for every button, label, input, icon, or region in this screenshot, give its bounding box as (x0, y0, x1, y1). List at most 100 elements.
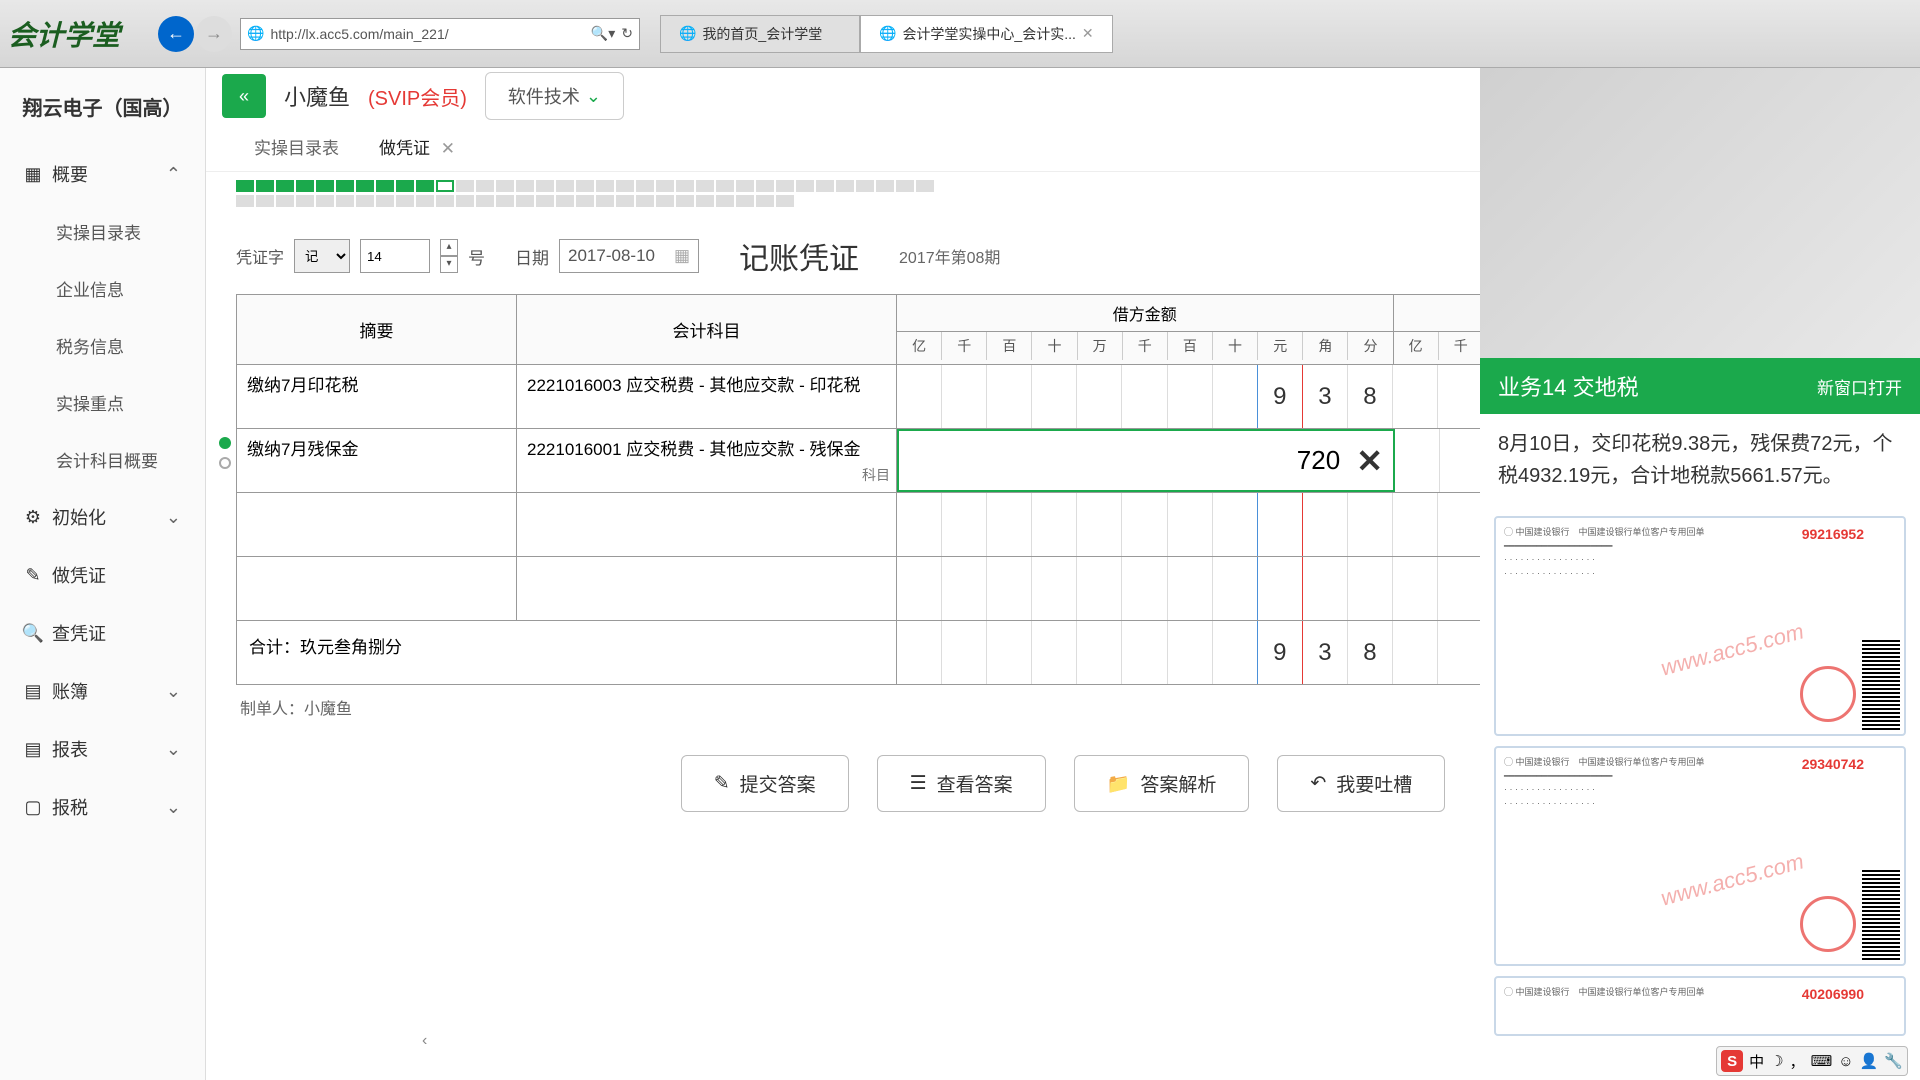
username: 小魔鱼 (284, 80, 350, 112)
user-tag: (SVIP会员) (368, 82, 467, 111)
amount-input[interactable] (899, 445, 1346, 476)
clear-icon[interactable]: ✕ (1346, 442, 1393, 480)
receipt-2[interactable]: 29340742 ◯ 中国建设银行 中国建设银行单位客户专用回单━━━━━━━━… (1494, 746, 1906, 966)
forward-button[interactable]: → (196, 16, 232, 52)
number-suffix: 号 (468, 244, 485, 269)
sidebar-item-catalog[interactable]: 实操目录表 (0, 203, 205, 260)
sidebar-item-keypoints[interactable]: 实操重点 (0, 374, 205, 431)
sidebar-item-tax-info[interactable]: 税务信息 (0, 317, 205, 374)
task-description: 8月10日，交印花税9.38元，残保费72元，个税4932.19元，合计地税款5… (1480, 414, 1920, 506)
chevron-down-icon: ⌄ (166, 681, 181, 702)
ime-lang[interactable]: 中 (1749, 1051, 1764, 1072)
number-spinner[interactable]: ▴▾ (440, 239, 458, 273)
row-indicator (219, 457, 231, 469)
folder-icon: 📁 (1107, 772, 1131, 796)
globe-icon: 🌐 (247, 25, 264, 42)
submit-button[interactable]: ✎提交答案 (681, 755, 849, 812)
feedback-button[interactable]: ↶我要吐槽 (1277, 755, 1445, 812)
file-icon: ▢ (24, 798, 42, 816)
chevron-down-icon: ⌄ (166, 797, 181, 818)
video-player[interactable] (1480, 68, 1920, 358)
ime-toolbar[interactable]: S 中 ☽ ， ⌨ ☺ 👤 🔧 (1716, 1046, 1908, 1076)
sidebar: 翔云电子（国高） ▦ 概要 ⌃ 实操目录表 企业信息 税务信息 实操重点 会计科… (0, 68, 206, 1080)
sidebar-item-search-voucher[interactable]: 🔍 查凭证 (0, 604, 205, 662)
calendar-icon: ▦ (674, 246, 690, 266)
sidebar-item-enterprise[interactable]: 企业信息 (0, 260, 205, 317)
ime-keyboard-icon[interactable]: ⌨ (1811, 1052, 1833, 1070)
search-icon[interactable]: 🔍▾ (591, 25, 615, 42)
voucher-title: 记账凭证 (739, 234, 859, 278)
scroll-left-button[interactable]: ‹ (422, 1032, 427, 1050)
analysis-button[interactable]: 📁答案解析 (1074, 755, 1250, 812)
voucher-word-label: 凭证字 (236, 244, 284, 268)
row1-subject[interactable]: 2221016003 应交税费 - 其他应交款 - 印花税 (517, 365, 897, 428)
chevron-up-icon: ⌃ (166, 164, 181, 185)
voucher-word-select[interactable]: 记 (294, 239, 350, 273)
refresh-icon[interactable]: ↻ (621, 25, 633, 42)
gear-icon: ⚙ (24, 508, 42, 526)
open-new-window[interactable]: 新窗口打开 (1817, 374, 1902, 399)
ime-logo-icon: S (1721, 1050, 1743, 1072)
col-summary: 摘要 (237, 295, 517, 364)
tab-voucher[interactable]: 做凭证 ✕ (361, 124, 473, 171)
view-answer-button[interactable]: ☰查看答案 (877, 755, 1046, 812)
ime-person-icon[interactable]: 👤 (1860, 1052, 1879, 1070)
tab-icon: 🌐 (879, 25, 896, 42)
sidebar-item-ledger[interactable]: ▤ 账簿 ⌄ (0, 662, 205, 720)
sidebar-item-subjects[interactable]: 会计科目概要 (0, 431, 205, 488)
browser-tab-1[interactable]: 🌐 我的首页_会计学堂 (660, 15, 860, 53)
col-subject: 会计科目 (517, 295, 897, 364)
back-button[interactable]: ← (158, 16, 194, 52)
voucher-period: 2017年第08期 (899, 244, 1000, 268)
ime-comma-icon[interactable]: ， (1790, 1051, 1805, 1072)
software-tech-dropdown[interactable]: 软件技术 ⌄ (485, 72, 624, 120)
total-debit: 938 (897, 621, 1393, 684)
address-bar[interactable]: 🌐 http://lx.acc5.com/main_221/ 🔍▾ ↻ (240, 18, 640, 50)
sidebar-item-init[interactable]: ⚙ 初始化 ⌄ (0, 488, 205, 546)
row2-debit-input[interactable]: ✕ (897, 429, 1395, 492)
reply-icon: ↶ (1310, 772, 1326, 795)
list-icon: ☰ (910, 772, 927, 795)
row1-summary[interactable]: 缴纳7月印花税 (237, 365, 517, 428)
date-input[interactable]: 2017-08-10 ▦ (559, 239, 699, 273)
right-panel: 业务14 交地税 新窗口打开 8月10日，交印花税9.38元，残保费72元，个税… (1480, 68, 1920, 1080)
qr-icon (1862, 640, 1900, 730)
watermark: www.acc5.com (1658, 848, 1806, 911)
receipt-3[interactable]: 40206990 ◯ 中国建设银行 中国建设银行单位客户专用回单 (1494, 976, 1906, 1036)
watermark: www.acc5.com (1658, 618, 1806, 681)
book-icon: ▤ (24, 682, 42, 700)
ime-moon-icon[interactable]: ☽ (1770, 1052, 1783, 1070)
receipt-1[interactable]: 99216952 ◯ 中国建设银行 中国建设银行单位客户专用回单━━━━━━━━… (1494, 516, 1906, 736)
search-icon: 🔍 (24, 624, 42, 642)
pencil-icon: ✎ (24, 566, 42, 584)
browser-toolbar: 会计学堂 ← → 🌐 http://lx.acc5.com/main_221/ … (0, 0, 1920, 68)
close-icon[interactable]: ✕ (441, 139, 455, 158)
tab-title: 我的首页_会计学堂 (702, 24, 822, 44)
subject-badge: 科目 (862, 465, 890, 486)
sidebar-item-overview[interactable]: ▦ 概要 ⌃ (0, 145, 205, 203)
sidebar-item-make-voucher[interactable]: ✎ 做凭证 (0, 546, 205, 604)
row2-summary[interactable]: 缴纳7月残保金 (237, 429, 517, 492)
site-logo: 会计学堂 (8, 14, 158, 54)
sidebar-item-reports[interactable]: ▤ 报表 ⌄ (0, 720, 205, 778)
row-indicator-current (219, 437, 231, 449)
row1-debit[interactable]: 938 (897, 365, 1393, 428)
sidebar-item-tax-filing[interactable]: ▢ 报税 ⌄ (0, 778, 205, 836)
voucher-number-input[interactable] (360, 239, 430, 273)
ime-tool-icon[interactable]: 🔧 (1884, 1052, 1903, 1070)
video-thumbnail (1480, 68, 1920, 358)
close-icon[interactable]: ✕ (1082, 25, 1094, 42)
receipt-number: 99216952 (1802, 526, 1864, 542)
edit-icon: ✎ (714, 772, 730, 795)
receipt-number: 29340742 (1802, 756, 1864, 772)
tab-catalog[interactable]: 实操目录表 (236, 124, 357, 171)
stamp-icon (1800, 896, 1856, 952)
tab-icon: 🌐 (679, 25, 696, 42)
qr-icon (1862, 870, 1900, 960)
report-icon: ▤ (24, 740, 42, 758)
row2-subject[interactable]: 2221016001 应交税费 - 其他应交款 - 残保金 科目 (517, 429, 897, 492)
ime-smile-icon[interactable]: ☺ (1838, 1053, 1853, 1070)
company-name: 翔云电子（国高） (0, 80, 205, 145)
browser-tab-2[interactable]: 🌐 会计学堂实操中心_会计实... ✕ (860, 15, 1113, 53)
collapse-sidebar-button[interactable]: « (222, 74, 266, 118)
